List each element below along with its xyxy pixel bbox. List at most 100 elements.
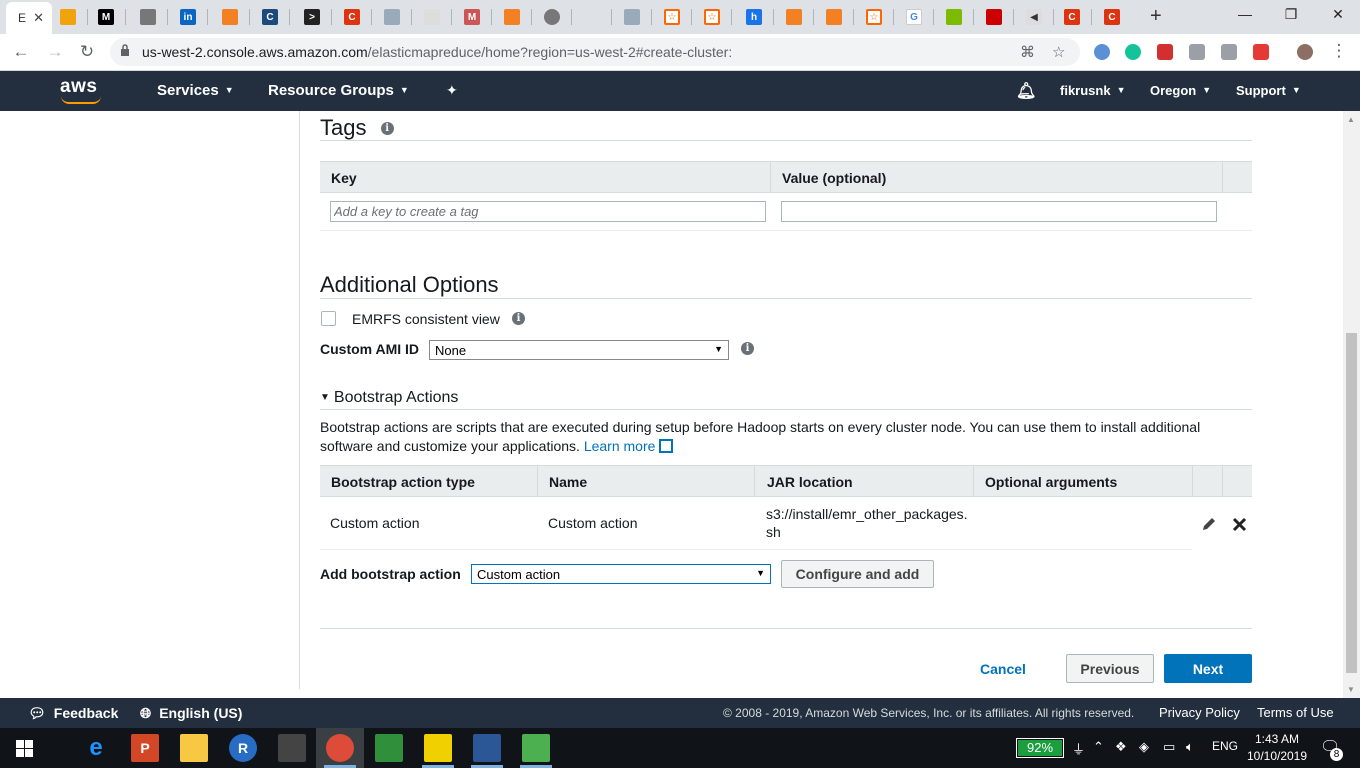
privacy-policy-link[interactable]: Privacy Policy	[1159, 705, 1240, 720]
tab-6[interactable]	[212, 5, 250, 29]
bell-icon[interactable]: 🔔︎	[1016, 81, 1036, 101]
dropbox-icon[interactable]: ❖	[1115, 739, 1127, 755]
tab-13[interactable]	[494, 5, 532, 29]
minimize-icon[interactable]: —	[1230, 6, 1260, 22]
edit-icon[interactable]	[1221, 44, 1237, 60]
page-scrollbar[interactable]: ▲ ▼	[1343, 111, 1360, 698]
chevron-up-icon[interactable]: ⌃	[1093, 739, 1104, 755]
tab-26[interactable]: ◀	[1016, 5, 1054, 29]
tab-9[interactable]: C	[334, 5, 372, 29]
store-icon[interactable]	[278, 734, 306, 762]
pin-icon[interactable]: ✦	[446, 82, 458, 99]
translate-icon[interactable]: ⌘	[1020, 43, 1035, 61]
scroll-down-icon[interactable]: ▼	[1347, 685, 1355, 694]
tab-25[interactable]	[976, 5, 1014, 29]
tab-21[interactable]	[816, 5, 854, 29]
tag-value-input[interactable]	[781, 201, 1217, 222]
network-app-icon[interactable]	[473, 734, 501, 762]
file-explorer-icon[interactable]	[180, 734, 208, 762]
tab-4[interactable]	[130, 5, 168, 29]
support-menu[interactable]: Support ▼	[1236, 83, 1301, 98]
bootstrap-heading[interactable]: ▼ Bootstrap Actions	[320, 389, 458, 407]
extension-icon[interactable]	[1094, 44, 1110, 60]
tab-8[interactable]: >	[294, 5, 332, 29]
powerpoint-icon[interactable]: P	[131, 734, 159, 762]
aws-logo[interactable]: aws	[60, 76, 97, 98]
volume-icon[interactable]: 🔈︎	[1186, 739, 1194, 755]
configure-and-add-button[interactable]: Configure and add	[781, 560, 934, 588]
delete-x-icon[interactable]	[1232, 517, 1247, 532]
battery-indicator[interactable]: 92%	[1016, 738, 1064, 758]
restore-icon[interactable]: ❐	[1276, 6, 1306, 23]
clock[interactable]: 1:43 AM 10/10/2019	[1246, 731, 1308, 765]
tab-11[interactable]	[414, 5, 452, 29]
omnibox[interactable]: us-west-2.console.aws.amazon.com/elastic…	[110, 38, 1080, 66]
learn-more-link[interactable]: Learn more	[584, 438, 656, 454]
grammarly-icon[interactable]	[1125, 44, 1141, 60]
scroll-thumb[interactable]	[1346, 333, 1357, 673]
language-indicator[interactable]: ENG	[1212, 739, 1238, 753]
tray-red-icon[interactable]: ◈	[1139, 739, 1149, 755]
tab-15[interactable]	[574, 5, 612, 29]
tab-18[interactable]: ☆	[694, 5, 732, 29]
extension-red-icon[interactable]	[1157, 44, 1173, 60]
back-icon[interactable]: ←	[10, 42, 32, 62]
tab-7[interactable]: C	[252, 5, 290, 29]
terms-link[interactable]: Terms of Use	[1257, 705, 1334, 720]
account-menu[interactable]: fikrusnk ▼	[1060, 83, 1126, 98]
reload-icon[interactable]: ↻	[76, 42, 98, 62]
region-menu[interactable]: Oregon ▼	[1150, 83, 1211, 98]
info-icon[interactable]: i	[380, 122, 394, 135]
chrome-icon[interactable]	[326, 734, 354, 762]
emrfs-checkbox[interactable]	[321, 311, 336, 326]
edge-icon[interactable]: e	[82, 734, 110, 762]
tab-20[interactable]	[776, 5, 814, 29]
cancel-button[interactable]: Cancel	[972, 654, 1034, 684]
shield-icon[interactable]	[1253, 44, 1269, 60]
language-link[interactable]: 🌐︎ English (US)	[140, 705, 242, 722]
resource-groups-menu[interactable]: Resource Groups ▼	[268, 82, 409, 99]
feedback-link[interactable]: 💬︎ Feedback	[28, 705, 118, 722]
scroll-up-icon[interactable]: ▲	[1347, 115, 1355, 124]
info-icon[interactable]: i	[741, 342, 754, 355]
close-window-icon[interactable]: ✕	[1323, 6, 1353, 23]
add-bootstrap-select[interactable]: Custom action ▼	[471, 564, 771, 584]
edit-pencil-icon[interactable]	[1201, 516, 1217, 532]
tab-16[interactable]	[614, 5, 652, 29]
tab-12[interactable]: M	[454, 5, 492, 29]
next-button[interactable]: Next	[1164, 654, 1252, 683]
tab-14[interactable]	[534, 5, 572, 29]
external-link-icon[interactable]	[659, 439, 674, 453]
menu-icon[interactable]: ⋮	[1328, 41, 1350, 61]
previous-button[interactable]: Previous	[1066, 654, 1154, 683]
forward-icon[interactable]: →	[44, 42, 66, 62]
r-studio-icon[interactable]: R	[229, 734, 257, 762]
tab-22[interactable]: ☆	[856, 5, 894, 29]
new-tab-icon[interactable]: +	[1150, 5, 1162, 28]
tab-19[interactable]: h	[736, 5, 774, 29]
ami-select[interactable]: None ▼	[429, 340, 729, 360]
tab-5[interactable]: in	[170, 5, 208, 29]
tab-23[interactable]: G	[896, 5, 934, 29]
avatar[interactable]	[1297, 44, 1313, 60]
git-icon[interactable]	[375, 734, 403, 762]
tab-17[interactable]: ☆	[654, 5, 692, 29]
tab-3[interactable]: M	[88, 5, 126, 29]
windows-start-icon[interactable]	[16, 740, 33, 757]
info-icon[interactable]: i	[512, 312, 525, 325]
notes-icon[interactable]	[424, 734, 452, 762]
tag-key-input[interactable]	[330, 201, 766, 222]
tab-28[interactable]: C	[1094, 5, 1130, 29]
close-tab-icon[interactable]: ✕	[33, 10, 44, 26]
notepad-plus-icon[interactable]	[522, 734, 550, 762]
tab-2[interactable]	[50, 5, 88, 29]
tab-24[interactable]	[936, 5, 974, 29]
tab-active[interactable]: E ✕	[6, 2, 52, 34]
stackoverflow-icon	[504, 9, 520, 25]
services-menu[interactable]: Services ▼	[157, 82, 234, 99]
tab-27[interactable]: C	[1054, 5, 1092, 29]
tab-10[interactable]	[374, 5, 412, 29]
network-icon[interactable]: ▭	[1163, 739, 1175, 755]
download-icon[interactable]	[1189, 44, 1205, 60]
bookmark-star-icon[interactable]: ☆	[1052, 43, 1065, 61]
